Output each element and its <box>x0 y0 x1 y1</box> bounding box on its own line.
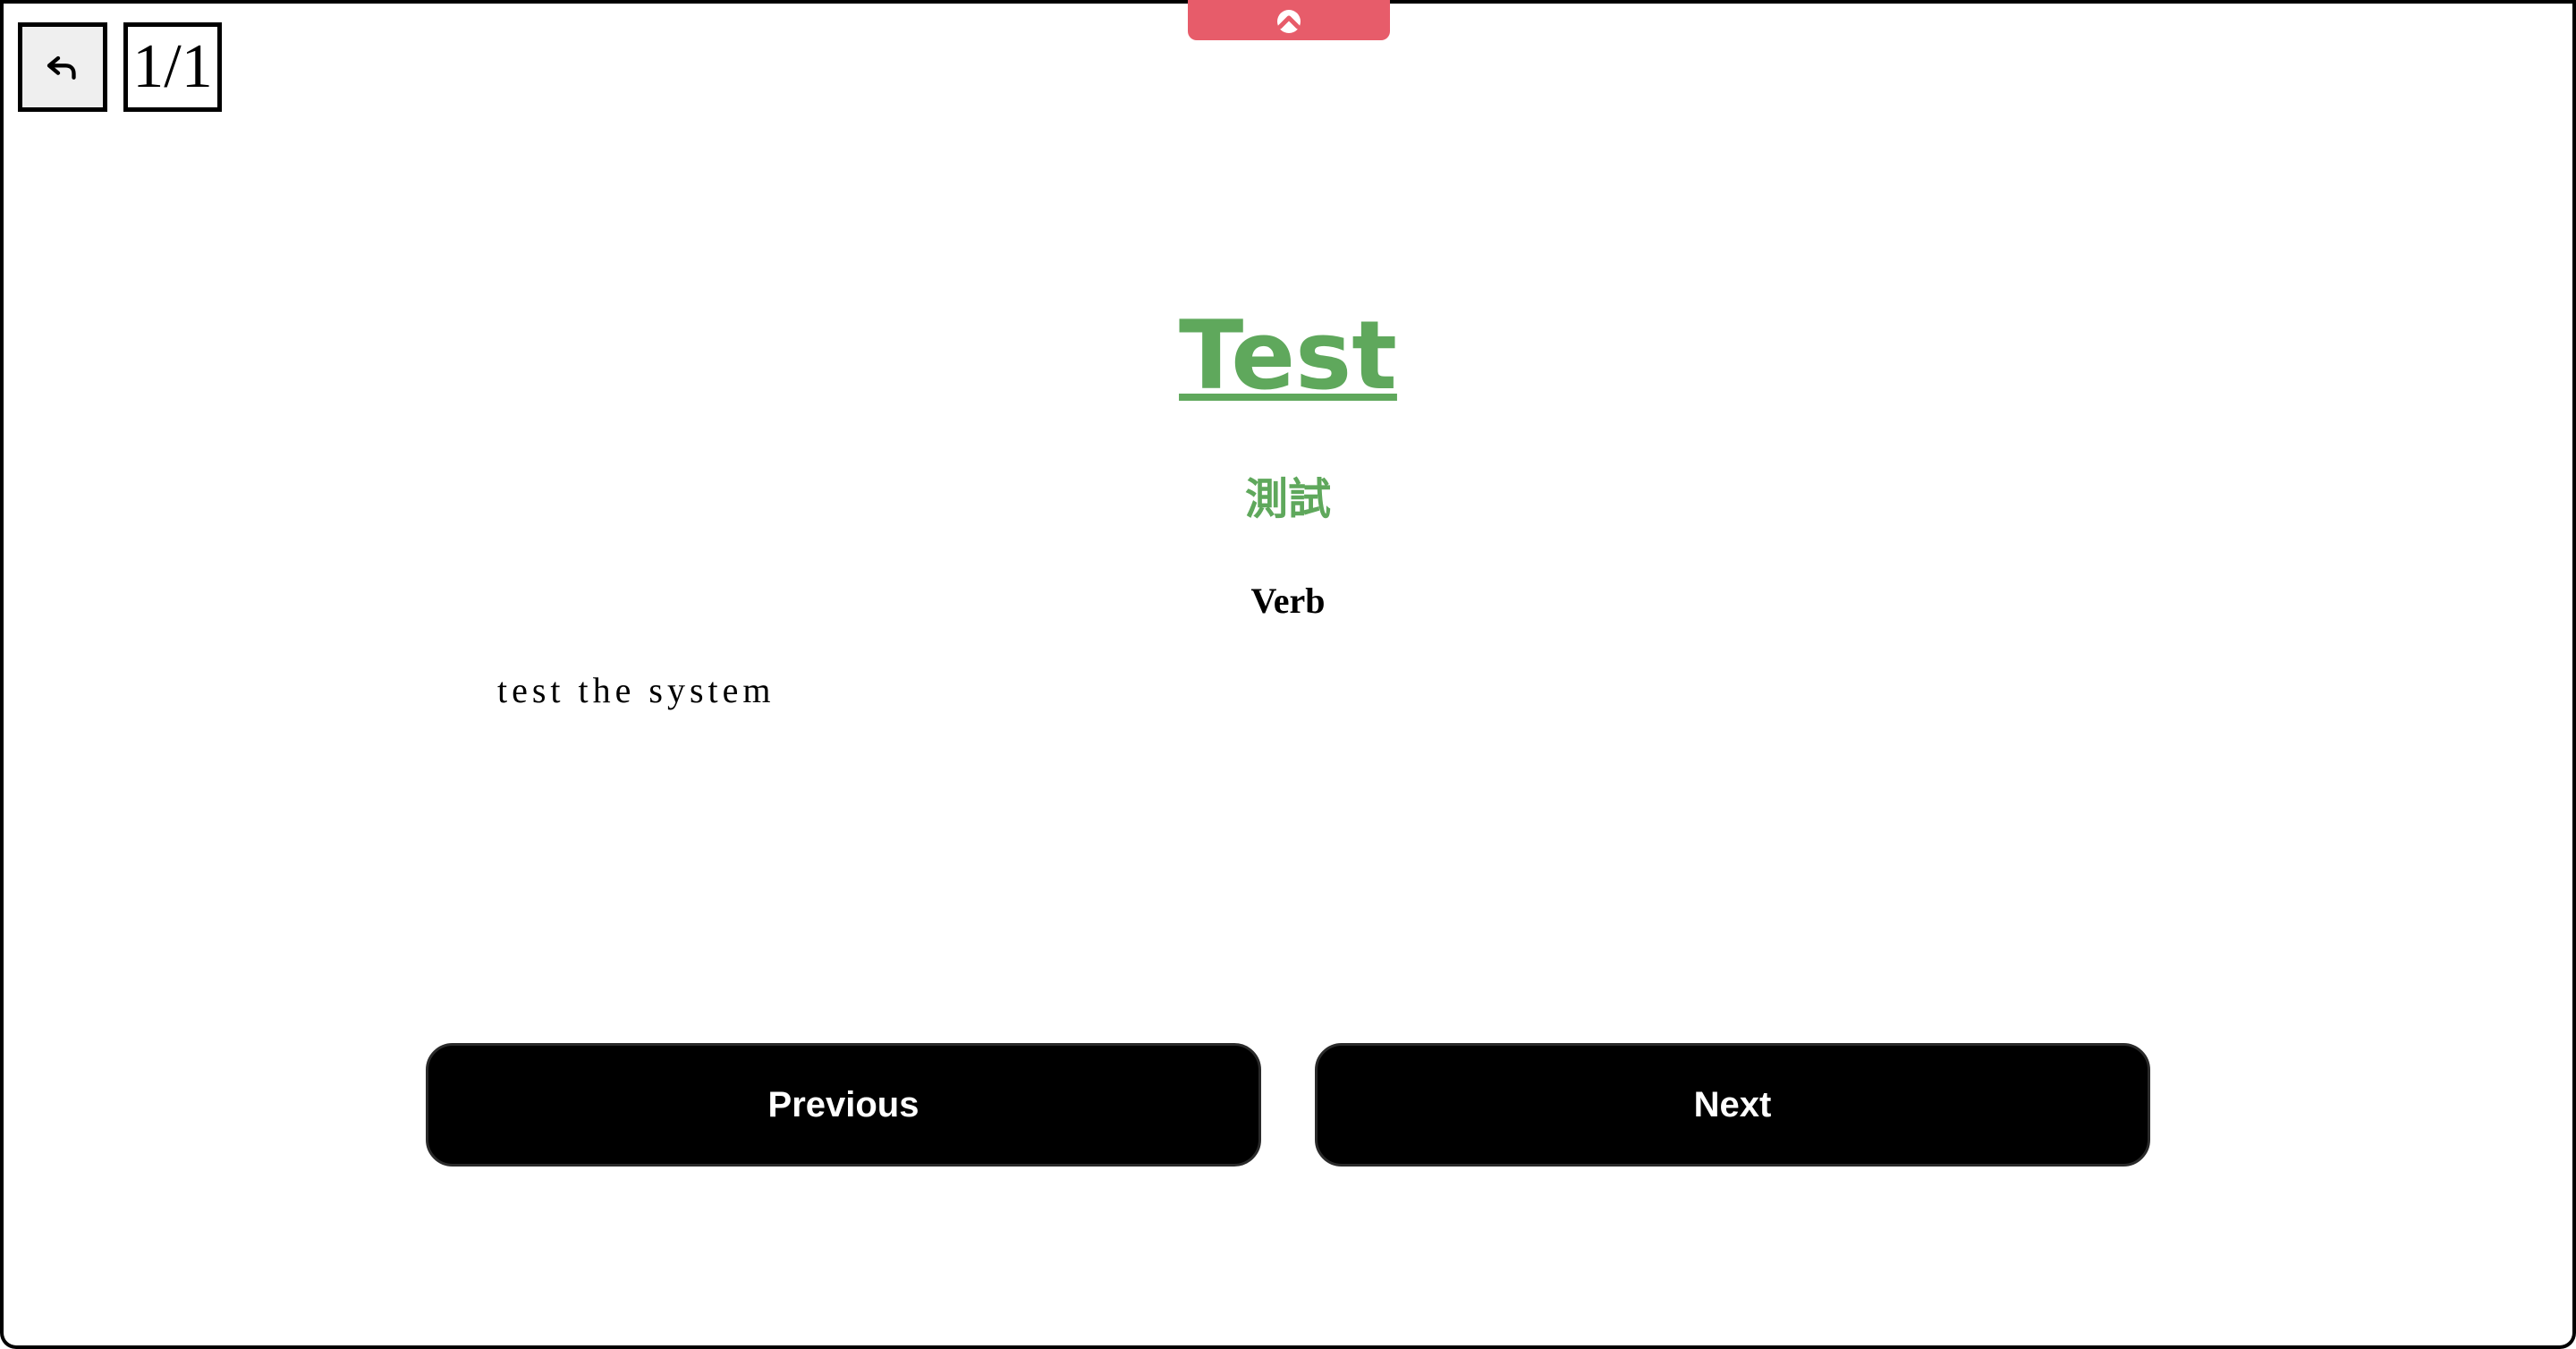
back-button[interactable] <box>18 22 107 112</box>
page-frame <box>0 0 2576 1349</box>
previous-button[interactable]: Previous <box>426 1043 1261 1167</box>
page-counter: 1/1 <box>123 22 222 112</box>
next-button[interactable]: Next <box>1315 1043 2150 1167</box>
word-definition: test the system <box>497 670 775 710</box>
word-translation: 測試 <box>1244 474 1331 524</box>
part-of-speech: Verb <box>1250 581 1326 621</box>
undo-arrow-icon <box>47 55 76 80</box>
chevron-up-icon <box>1277 9 1301 33</box>
collapse-tab[interactable] <box>1188 0 1390 40</box>
word-title: Test <box>1179 301 1397 411</box>
